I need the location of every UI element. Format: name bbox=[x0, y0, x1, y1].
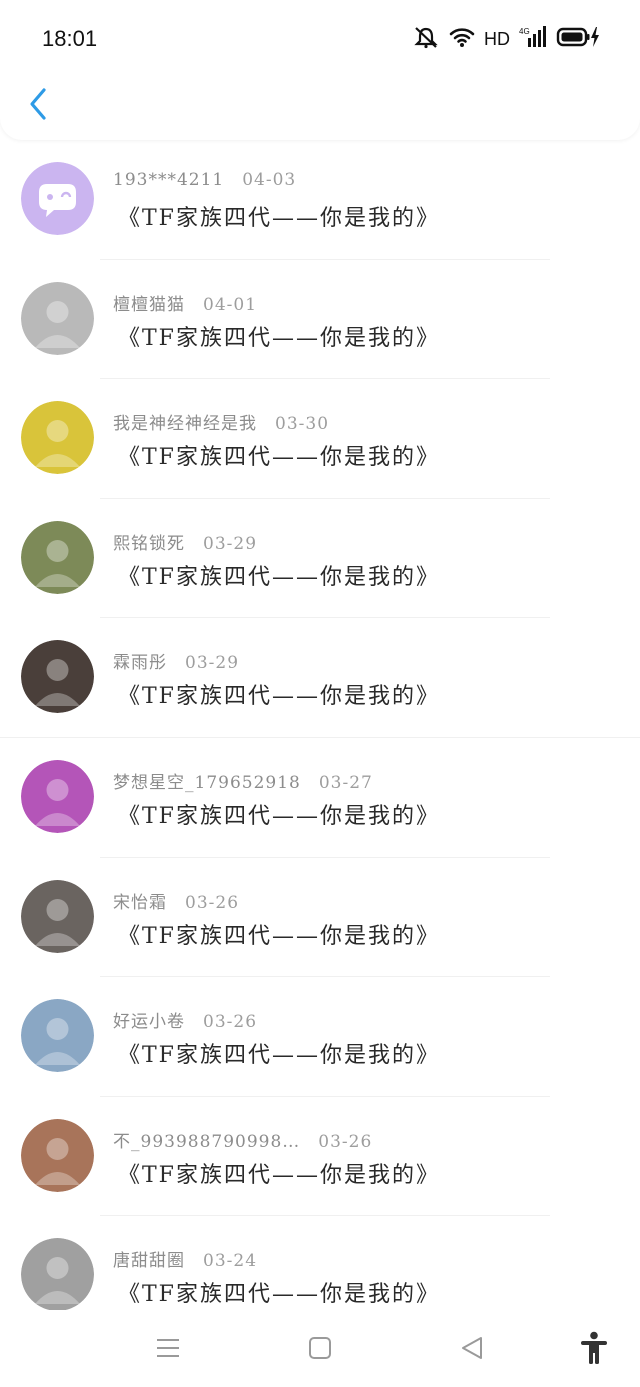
network-type-label: 4G bbox=[519, 27, 530, 36]
top-header: 18:01 HD 4G bbox=[0, 0, 640, 140]
message-row[interactable]: 好运小卷 03-26 《TF家族四代——你是我的》 bbox=[0, 977, 640, 1097]
message-date: 03-26 bbox=[318, 1131, 373, 1152]
user-photo-icon bbox=[21, 401, 94, 475]
message-meta: 宋怡霜 03-26 bbox=[113, 888, 239, 913]
message-text: 《TF家族四代——你是我的》 bbox=[118, 1282, 440, 1308]
user-photo-icon bbox=[21, 520, 94, 594]
avatar[interactable] bbox=[21, 520, 94, 594]
user-photo-icon bbox=[21, 1238, 94, 1310]
message-text: 《TF家族四代——你是我的》 bbox=[118, 445, 440, 471]
message-date: 03-26 bbox=[185, 892, 240, 913]
message-meta: 熙铭锁死 03-29 bbox=[113, 529, 257, 554]
message-text: 《TF家族四代——你是我的》 bbox=[118, 206, 440, 231]
message-text: 《TF家族四代——你是我的》 bbox=[118, 684, 440, 710]
message-date: 03-26 bbox=[203, 1012, 258, 1033]
message-text: 《TF家族四代——你是我的》 bbox=[118, 1162, 440, 1188]
avatar[interactable] bbox=[21, 401, 94, 475]
message-row[interactable]: 霖雨彤 03-29 《TF家族四代——你是我的》 bbox=[0, 618, 640, 738]
avatar[interactable] bbox=[21, 1118, 94, 1192]
message-meta: 193***4211 04-03 bbox=[113, 170, 296, 190]
avatar[interactable] bbox=[21, 1238, 94, 1310]
sender-name: 熙铭锁死 bbox=[113, 533, 185, 554]
home-button[interactable] bbox=[302, 1330, 338, 1366]
default-chat-avatar-icon bbox=[21, 162, 94, 235]
message-row[interactable]: 熙铭锁死 03-29 《TF家族四代——你是我的》 bbox=[0, 498, 640, 619]
avatar[interactable] bbox=[21, 162, 94, 235]
message-text: 《TF家族四代——你是我的》 bbox=[118, 923, 440, 949]
sender-name: 好运小卷 bbox=[113, 1012, 185, 1033]
avatar[interactable] bbox=[21, 759, 94, 833]
user-photo-icon bbox=[21, 999, 94, 1073]
avatar[interactable] bbox=[21, 640, 94, 714]
message-row[interactable]: 我是神经神经是我 03-30 《TF家族四代——你是我的》 bbox=[0, 379, 640, 499]
mute-icon bbox=[412, 25, 440, 53]
system-nav-bar bbox=[0, 1310, 640, 1387]
message-meta: 唐甜甜圈 03-24 bbox=[113, 1246, 257, 1271]
message-date: 04-03 bbox=[242, 170, 297, 190]
message-date: 04-01 bbox=[203, 294, 258, 315]
user-photo-icon bbox=[21, 1118, 94, 1192]
message-list-inner: 193***4211 04-03 《TF家族四代——你是我的》 檀檀猫猫 04-01 《T… bbox=[0, 140, 640, 1310]
accessibility-icon bbox=[581, 1331, 607, 1364]
signal-icon: 4G bbox=[519, 25, 547, 53]
message-row[interactable]: 不_993988790998… 03-26 《TF家族四代——你是我的》 bbox=[0, 1096, 640, 1217]
message-text: 《TF家族四代——你是我的》 bbox=[118, 803, 440, 829]
user-photo-icon bbox=[21, 759, 94, 833]
message-meta: 梦想星空_179652918 03-27 bbox=[113, 768, 373, 793]
back-button[interactable] bbox=[20, 84, 56, 124]
message-date: 03-29 bbox=[203, 533, 258, 554]
message-text: 《TF家族四代——你是我的》 bbox=[118, 325, 440, 351]
sender-name: 193***4211 bbox=[113, 170, 225, 190]
sender-name: 梦想星空_179652918 bbox=[113, 772, 301, 793]
status-icons: HD 4G bbox=[412, 24, 600, 54]
message-meta: 霖雨彤 03-29 bbox=[113, 648, 239, 673]
sender-name: 霖雨彤 bbox=[113, 653, 167, 674]
message-date: 03-29 bbox=[185, 653, 240, 674]
user-photo-icon bbox=[21, 879, 94, 953]
menu-button[interactable] bbox=[150, 1330, 186, 1366]
sender-name: 檀檀猫猫 bbox=[113, 294, 185, 315]
message-list[interactable]: 193***4211 04-03 《TF家族四代——你是我的》 檀檀猫猫 04-01 《T… bbox=[0, 140, 640, 1310]
wifi-icon bbox=[449, 26, 475, 52]
message-text: 《TF家族四代——你是我的》 bbox=[118, 564, 440, 590]
message-row[interactable]: 宋怡霜 03-26 《TF家族四代——你是我的》 bbox=[0, 857, 640, 978]
sender-name: 不_993988790998… bbox=[113, 1131, 301, 1152]
chevron-left-icon bbox=[30, 88, 46, 120]
message-text: 《TF家族四代——你是我的》 bbox=[118, 1043, 440, 1069]
message-date: 03-24 bbox=[203, 1251, 258, 1272]
sender-name: 宋怡霜 bbox=[113, 892, 167, 913]
back-nav-button[interactable] bbox=[454, 1330, 490, 1366]
message-row[interactable]: 193***4211 04-03 《TF家族四代——你是我的》 bbox=[0, 140, 640, 260]
message-meta: 好运小卷 03-26 bbox=[113, 1007, 257, 1032]
avatar[interactable] bbox=[21, 999, 94, 1073]
sender-name: 唐甜甜圈 bbox=[113, 1251, 185, 1272]
avatar[interactable] bbox=[21, 281, 94, 355]
avatar[interactable] bbox=[21, 879, 94, 953]
status-bar: 18:01 HD 4G bbox=[0, 0, 640, 78]
sender-name: 我是神经神经是我 bbox=[113, 414, 257, 435]
message-row[interactable]: 檀檀猫猫 04-01 《TF家族四代——你是我的》 bbox=[0, 259, 640, 380]
message-row[interactable]: 梦想星空_179652918 03-27 《TF家族四代——你是我的》 bbox=[0, 737, 640, 858]
user-photo-icon bbox=[21, 640, 94, 714]
back-triangle-icon bbox=[462, 1337, 482, 1359]
status-time: 18:01 bbox=[42, 26, 98, 51]
message-date: 03-27 bbox=[318, 772, 373, 793]
home-square-icon bbox=[309, 1337, 331, 1359]
message-row[interactable]: 唐甜甜圈 03-24 《TF家族四代——你是我的》 bbox=[0, 1216, 640, 1310]
battery-charging-icon bbox=[556, 26, 600, 52]
message-meta: 我是神经神经是我 03-30 bbox=[113, 409, 329, 434]
menu-icon bbox=[157, 1339, 179, 1357]
message-date: 03-30 bbox=[275, 414, 330, 435]
accessibility-button[interactable] bbox=[576, 1330, 612, 1366]
message-meta: 不_993988790998… 03-26 bbox=[113, 1127, 372, 1152]
user-photo-icon bbox=[21, 281, 94, 355]
message-meta: 檀檀猫猫 04-01 bbox=[113, 290, 257, 315]
network-hd-label: HD bbox=[484, 28, 510, 49]
